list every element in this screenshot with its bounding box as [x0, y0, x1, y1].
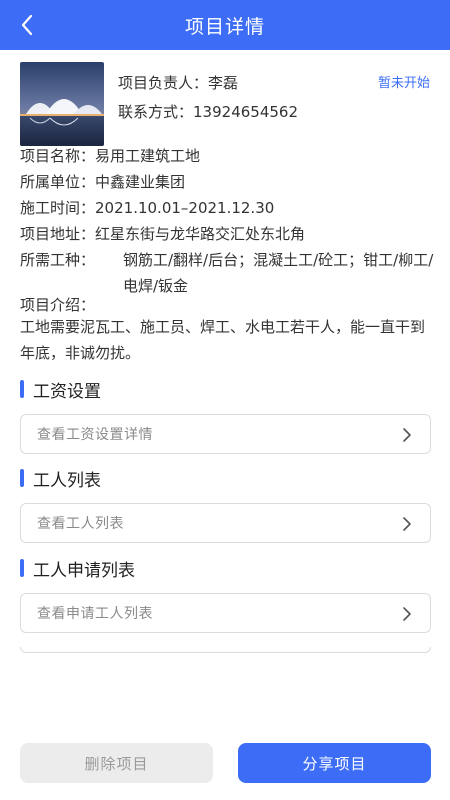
workers-list-link[interactable]: 查看工人列表	[20, 503, 431, 543]
project-address-value: 红星东街与龙华路交汇处东北角	[95, 225, 306, 243]
project-name-value: 易用工建筑工地	[95, 147, 201, 165]
project-unit-label: 所属单位：	[20, 173, 96, 191]
contact-row: 联系方式：13924654562	[118, 101, 298, 122]
page-title: 项目详情	[184, 15, 265, 38]
delete-project-button[interactable]: 删除项目	[20, 743, 213, 783]
manager-row: 项目负责人：李磊	[118, 72, 238, 93]
project-thumbnail	[20, 62, 104, 146]
manager-label: 项目负责人：	[118, 74, 209, 92]
applications-section-header: 工人申请列表	[20, 558, 135, 581]
back-button[interactable]	[14, 10, 40, 40]
project-address-label: 项目地址：	[20, 225, 96, 243]
intro-text: 工地需要泥瓦工、施工员、焊工、水电工若干人，能一直干到年底，非诚勿扰。	[20, 318, 426, 362]
scroll-partial-card	[20, 647, 431, 653]
workers-list-link-text: 查看工人列表	[37, 516, 124, 532]
contact-phone[interactable]: 13924654562	[193, 103, 298, 121]
applications-list-link-text: 查看申请工人列表	[37, 606, 153, 622]
chevron-right-icon	[403, 517, 411, 531]
project-address-row: 项目地址：红星东街与龙华路交汇处东北角	[20, 221, 305, 247]
workers-section-header: 工人列表	[20, 468, 101, 491]
project-name-label: 项目名称：	[20, 147, 96, 165]
chevron-right-icon	[403, 607, 411, 621]
contact-label: 联系方式：	[118, 103, 194, 121]
project-unit-row: 所属单位：中鑫建业集团	[20, 169, 185, 195]
back-arrow-icon	[21, 14, 33, 36]
wage-details-link[interactable]: 查看工资设置详情	[20, 414, 431, 454]
construction-time-value: 2021.10.01–2021.12.30	[95, 199, 275, 217]
required-trades-label: 所需工种：	[20, 251, 96, 269]
status-badge: 暂未开始	[377, 76, 430, 91]
wage-details-link-text: 查看工资设置详情	[37, 427, 153, 443]
required-trades-value: 钢筋工/翻样/后台；混凝土工/砼工；钳工/柳工/电焊/钣金	[123, 251, 434, 295]
project-name-row: 项目名称：易用工建筑工地	[20, 143, 200, 169]
applications-list-link[interactable]: 查看申请工人列表	[20, 593, 431, 633]
section-accent-bar	[20, 469, 24, 487]
wage-section-title: 工资设置	[33, 381, 101, 402]
share-project-button[interactable]: 分享项目	[238, 743, 431, 783]
construction-time-label: 施工时间：	[20, 199, 96, 217]
applications-section-title: 工人申请列表	[33, 560, 135, 581]
wage-section-header: 工资设置	[20, 379, 101, 402]
chevron-right-icon	[403, 428, 411, 442]
section-accent-bar	[20, 380, 24, 398]
construction-time-row: 施工时间：2021.10.01–2021.12.30	[20, 195, 274, 221]
workers-section-title: 工人列表	[33, 470, 101, 491]
section-accent-bar	[20, 559, 24, 577]
manager-name: 李磊	[208, 74, 239, 92]
project-unit-value: 中鑫建业集团	[95, 173, 186, 191]
nav-header: 项目详情	[0, 0, 450, 50]
project-summary: 项目负责人：李磊 暂未开始 联系方式：13924654562	[20, 62, 432, 146]
